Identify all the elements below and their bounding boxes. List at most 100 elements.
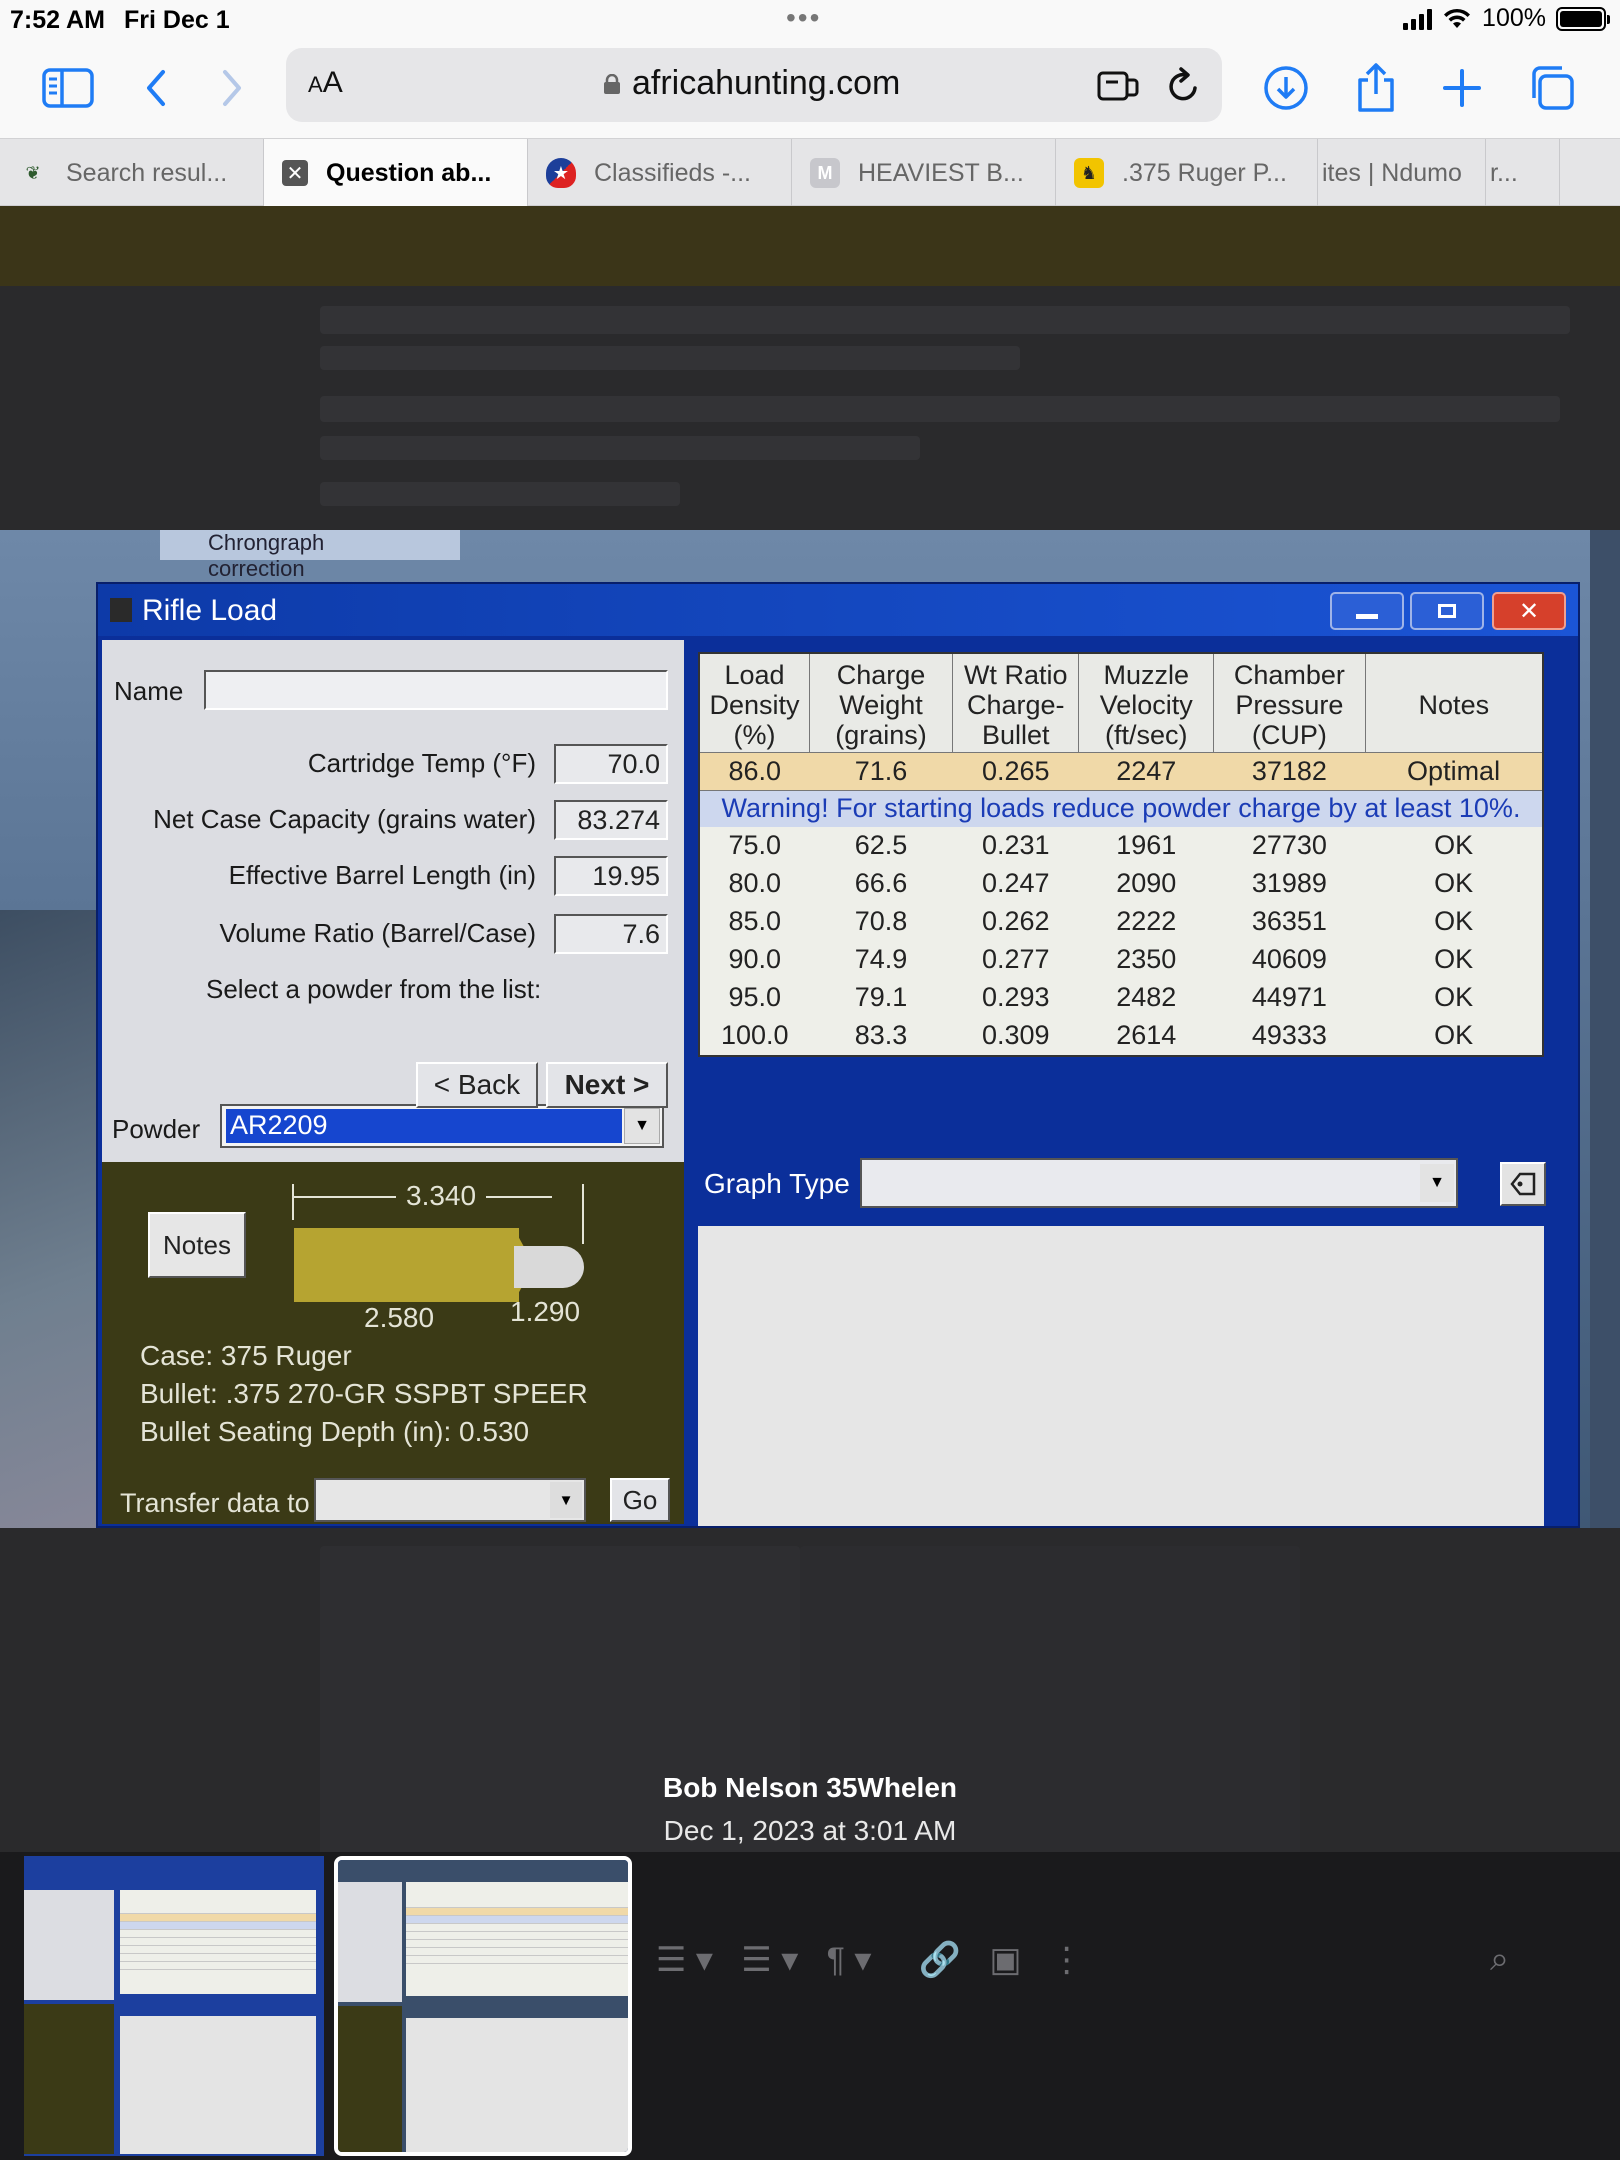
warning-row: Warning! For starting loads reduce powde…: [700, 790, 1542, 827]
dropdown-arrow-icon[interactable]: ▼: [624, 1108, 660, 1144]
transfer-label: Transfer data to: [120, 1488, 310, 1518]
tab-overview-icon[interactable]: [1522, 58, 1582, 118]
cellular-signal-icon: [1403, 8, 1433, 30]
tab-search-results[interactable]: ❦ Search resul...: [0, 139, 264, 207]
bullet-length-dim: 1.290: [510, 1296, 581, 1327]
results-panel: Load Density (%) Charge Weight (grains) Wt R…: [690, 640, 1578, 1526]
tab-classifieds[interactable]: ★ Classifieds -...: [528, 139, 792, 207]
tab-question[interactable]: ✕ Question ab...: [264, 139, 528, 207]
powder-label: Powder: [112, 1114, 201, 1144]
net-case-capacity-label: Net Case Capacity (grains water): [153, 804, 536, 834]
share-icon[interactable]: [1346, 58, 1406, 118]
window-title: Rifle Load: [142, 594, 278, 627]
editor-toolbar-ghost: ☰ ▾ ☰ ▾ ¶ ▾ 🔗 ▣ ⋮: [656, 1941, 1084, 1979]
graph-type-select[interactable]: ▼: [860, 1158, 1458, 1208]
seating-depth-text: Bullet Seating Depth (in): 0.530: [140, 1416, 530, 1447]
next-button[interactable]: Next >: [546, 1062, 668, 1108]
col-header-chamber-pressure: Chamber Pressure (CUP): [1213, 654, 1366, 753]
address-bar[interactable]: AA africahunting.com: [286, 48, 1222, 122]
multitasking-dots-icon[interactable]: •••: [786, 2, 821, 34]
transfer-select[interactable]: ▼: [314, 1478, 586, 1522]
dropdown-arrow-icon[interactable]: ▼: [1420, 1164, 1454, 1202]
graph-options-icon[interactable]: [1500, 1162, 1546, 1206]
window-titlebar: Rifle Load ✕: [98, 584, 1578, 636]
notes-button[interactable]: Notes: [148, 1212, 246, 1278]
go-button[interactable]: Go: [610, 1478, 670, 1522]
barrel-length-label: Effective Barrel Length (in): [228, 860, 536, 890]
site-nav-bar: [0, 206, 1620, 286]
cartridge-temp-label: Cartridge Temp (°F): [307, 748, 536, 778]
tab-375-ruger[interactable]: ♞ .375 Ruger P...: [1056, 139, 1318, 207]
table-row[interactable]: 90.0 74.9 0.277 2350 40609 OK: [700, 941, 1542, 979]
col-header-charge-weight: Charge Weight (grains): [809, 654, 954, 753]
col-header-wt-ratio: Wt Ratio Charge- Bullet: [952, 654, 1080, 753]
status-bar: 7:52 AM Fri Dec 1 ••• 100%: [0, 0, 1620, 40]
col-header-load-density: Load Density (%): [700, 654, 810, 753]
col-header-muzzle-velocity: Muzzle Velocity (ft/sec): [1078, 654, 1215, 753]
name-label: Name: [114, 676, 184, 706]
status-time: 7:52 AM: [10, 6, 105, 34]
table-row[interactable]: 100.0 83.3 0.309 2614 49333 OK: [700, 1017, 1542, 1055]
downloads-icon[interactable]: [1256, 58, 1316, 118]
net-case-capacity-field[interactable]: 83.274: [554, 800, 668, 840]
hunter-logo-icon: ♞: [1074, 158, 1104, 188]
background-window-label: Chrongraph correction: [160, 530, 460, 581]
volume-ratio-label: Volume Ratio (Barrel/Case): [219, 918, 536, 948]
new-tab-icon[interactable]: [1432, 58, 1492, 118]
overall-length-dim: 3.340: [406, 1180, 477, 1211]
thumbnail-1[interactable]: [24, 1856, 324, 2156]
case-length-dim: 2.580: [364, 1302, 435, 1333]
powder-prompt: Select a powder from the list:: [206, 974, 542, 1004]
app-icon: [110, 598, 132, 622]
tab-controls-icon[interactable]: [1096, 68, 1140, 104]
url-text: africahunting.com: [632, 64, 901, 102]
table-row[interactable]: 75.0 62.5 0.231 1961 27730 OK: [700, 827, 1542, 865]
cartridge-case-shape: [294, 1228, 519, 1302]
optimal-row[interactable]: 86.0 71.6 0.265 2247 37182 Optimal: [700, 752, 1542, 791]
tab-overflow[interactable]: r...: [1486, 139, 1560, 207]
barrel-length-field[interactable]: 19.95: [554, 856, 668, 896]
battery-icon: [1556, 6, 1610, 31]
close-tab-icon[interactable]: ✕: [282, 160, 308, 186]
graph-area[interactable]: [698, 1226, 1544, 1526]
dropdown-arrow-icon[interactable]: ▼: [550, 1482, 582, 1518]
name-input[interactable]: [204, 670, 668, 710]
maximize-icon[interactable]: [1410, 592, 1484, 630]
cartridge-temp-field[interactable]: 70.0: [554, 744, 668, 784]
thumbnail-strip: ☰ ▾ ☰ ▾ ¶ ▾ 🔗 ▣ ⋮ ⌕: [0, 1852, 1620, 2160]
back-button[interactable]: < Back: [416, 1062, 538, 1108]
minimize-icon[interactable]: [1330, 592, 1404, 630]
lock-icon: [604, 74, 620, 94]
graph-type-label: Graph Type: [704, 1168, 850, 1199]
battery-percentage: 100%: [1482, 4, 1546, 32]
reload-icon[interactable]: [1164, 66, 1202, 106]
case-text: Case: 375 Ruger: [140, 1340, 352, 1371]
tab-heaviest[interactable]: M HEAVIEST B...: [792, 139, 1056, 207]
rifle-load-window: Rifle Load ✕ Name Cartridge Temp (°F) 70…: [96, 582, 1580, 1528]
site-logo-icon: ❦: [25, 162, 41, 183]
table-row[interactable]: 95.0 79.1 0.293 2482 44971 OK: [700, 979, 1542, 1017]
letter-m-icon: M: [810, 158, 840, 188]
warning-text: Warning! For starting loads reduce powde…: [700, 790, 1542, 827]
photo-author: Bob Nelson 35Whelen: [662, 1772, 958, 1803]
powder-select[interactable]: AR2209 ▼: [220, 1104, 664, 1148]
wifi-icon: [1444, 8, 1471, 28]
text-size-button[interactable]: AA: [308, 66, 343, 100]
photo-timestamp: Dec 1, 2023 at 3:01 AM: [663, 1815, 957, 1846]
col-header-notes: Notes: [1365, 654, 1542, 753]
close-window-icon[interactable]: ✕: [1492, 592, 1566, 630]
table-row[interactable]: 85.0 70.8 0.262 2222 36351 OK: [700, 903, 1542, 941]
table-row[interactable]: 80.0 66.6 0.247 2090 31989 OK: [700, 865, 1542, 903]
sidebar-icon[interactable]: [38, 58, 98, 118]
forward-icon[interactable]: [202, 58, 262, 118]
browser-toolbar: AA africahunting.com: [0, 40, 1620, 138]
status-date: Fri Dec 1: [124, 6, 230, 34]
bullet-shape: [514, 1246, 584, 1288]
bullet-text: Bullet: .375 270-GR SSPBT SPEER: [140, 1378, 588, 1409]
tab-ndumo[interactable]: ites | Ndumo: [1318, 139, 1486, 207]
volume-ratio-field[interactable]: 7.6: [554, 914, 668, 954]
back-icon[interactable]: [126, 58, 186, 118]
load-results-table: Load Density (%) Charge Weight (grains) Wt R…: [698, 652, 1544, 1057]
tab-strip-end: [1560, 139, 1620, 207]
thumbnail-2-selected[interactable]: [334, 1856, 632, 2156]
